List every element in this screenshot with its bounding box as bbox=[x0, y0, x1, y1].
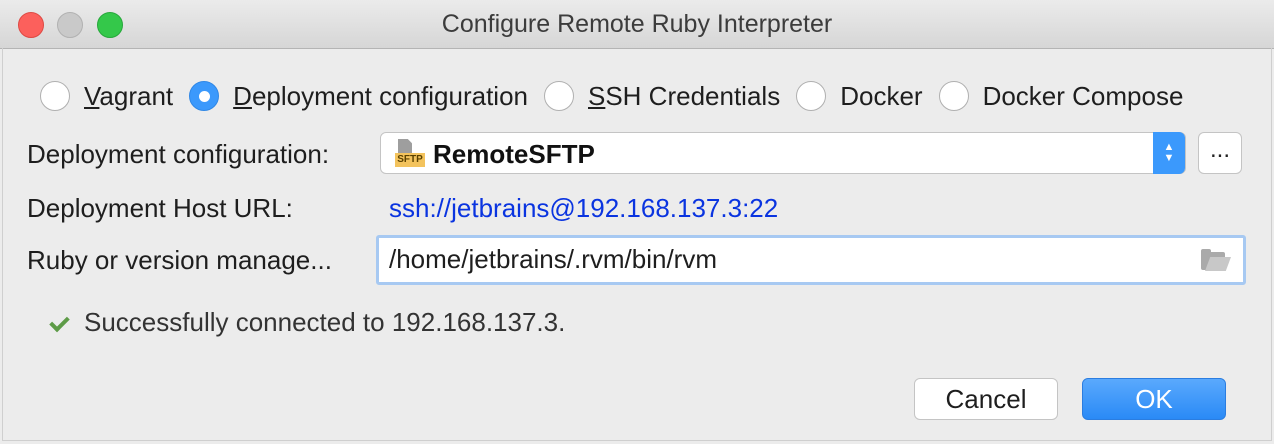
chevron-up-down-icon[interactable]: ▲ ▼ bbox=[1153, 132, 1185, 174]
ruby-version-manager-label: Ruby or version manage... bbox=[27, 245, 332, 275]
radio-circle[interactable] bbox=[938, 81, 969, 111]
ruby-path-field bbox=[376, 235, 1246, 285]
radio-docker[interactable]: Docker bbox=[796, 80, 923, 112]
deployment-configuration-value: RemoteSFTP bbox=[433, 139, 595, 169]
ruby-path-input[interactable] bbox=[389, 244, 1189, 275]
radio-deployment-configuration[interactable]: Deployment configuration bbox=[189, 81, 528, 112]
deployment-host-url-value: ssh://jetbrains@192.168.137.3:22 bbox=[389, 193, 779, 223]
deployment-browse-button[interactable]: ... bbox=[1198, 132, 1242, 174]
deployment-configuration-label: Deployment configuration: bbox=[27, 139, 330, 169]
radio-circle[interactable] bbox=[796, 81, 827, 111]
connection-status: Successfully connected to 192.168.137.3. bbox=[48, 307, 565, 338]
radio-label: Deployment configuration bbox=[233, 80, 528, 111]
ok-button[interactable]: OK bbox=[1082, 378, 1226, 420]
radio-label: Docker bbox=[840, 80, 923, 111]
deployment-host-url-label: Deployment Host URL: bbox=[27, 193, 293, 223]
connection-status-text: Successfully connected to 192.168.137.3. bbox=[84, 307, 566, 337]
radio-label: Vagrant bbox=[84, 80, 174, 111]
interpreter-type-radio-group: Vagrant Deployment configuration SSH Cre… bbox=[40, 76, 1183, 116]
window-title: Configure Remote Ruby Interpreter bbox=[441, 10, 833, 38]
title-bar: Configure Remote Ruby Interpreter bbox=[0, 0, 1274, 49]
radio-vagrant[interactable]: Vagrant bbox=[40, 81, 173, 112]
folder-icon[interactable] bbox=[1201, 249, 1231, 271]
radio-label: SSH Credentials bbox=[588, 80, 781, 111]
radio-label: Docker Compose bbox=[982, 80, 1184, 111]
radio-circle-selected[interactable] bbox=[189, 81, 220, 111]
radio-docker-compose[interactable]: Docker Compose bbox=[938, 80, 1184, 112]
check-icon bbox=[48, 312, 70, 334]
radio-circle[interactable] bbox=[544, 81, 574, 111]
deployment-configuration-select[interactable]: SFTP RemoteSFTP ▲ ▼ bbox=[380, 132, 1186, 174]
radio-ssh-credentials[interactable]: SSH Credentials bbox=[544, 81, 780, 112]
cancel-button[interactable]: Cancel bbox=[914, 378, 1058, 420]
sftp-icon: SFTP bbox=[395, 139, 425, 169]
radio-circle[interactable] bbox=[40, 81, 70, 111]
